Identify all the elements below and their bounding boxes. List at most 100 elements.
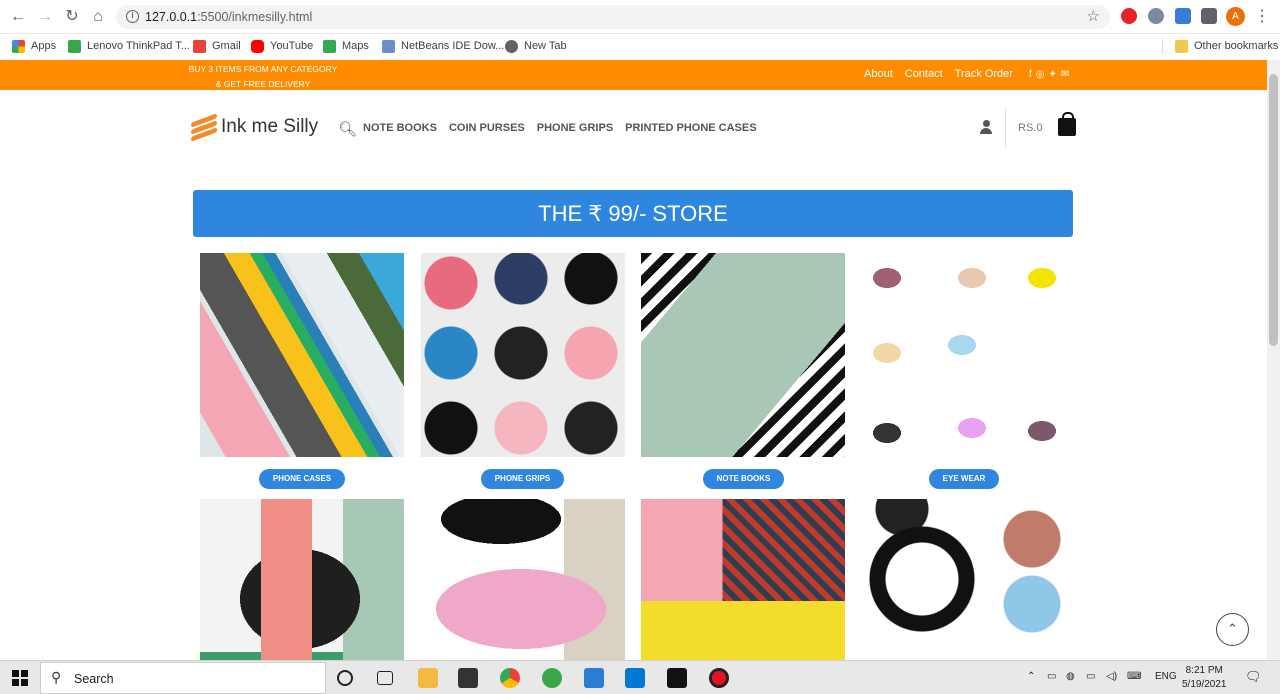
search-icon[interactable]: 🔍︎ bbox=[338, 120, 357, 138]
bookmark-star-icon[interactable]: ☆ bbox=[1087, 7, 1100, 25]
logo-text: Ink me Silly bbox=[221, 116, 319, 137]
category-tile-mouse-pads[interactable] bbox=[421, 499, 625, 660]
category-button-note-books[interactable]: NOTE BOOKS bbox=[703, 469, 784, 489]
terminal-icon[interactable] bbox=[667, 668, 687, 688]
bookmark-netbeans[interactable]: NetBeans IDE Dow... bbox=[382, 38, 504, 54]
bookmark-label: Other bookmarks bbox=[1194, 40, 1279, 52]
volume-icon[interactable]: ◁) bbox=[1106, 671, 1117, 682]
maps-icon bbox=[323, 39, 336, 53]
bookmark-gmail[interactable]: Gmail bbox=[193, 38, 241, 54]
main-menu: NOTE BOOKS COIN PURSES PHONE GRIPS PRINT… bbox=[363, 122, 757, 134]
menu-item-printed-phone-cases[interactable]: PRINTED PHONE CASES bbox=[625, 122, 756, 134]
user-icon[interactable] bbox=[980, 120, 992, 134]
home-icon[interactable]: ⌂ bbox=[89, 8, 107, 26]
file-explorer-icon[interactable] bbox=[418, 668, 438, 688]
bookmark-label: Lenovo ThinkPad T... bbox=[87, 40, 190, 52]
phone-grips-image bbox=[421, 253, 625, 457]
bookmarks-bar: Apps Lenovo ThinkPad T... Gmail YouTube … bbox=[0, 34, 1280, 60]
about-link[interactable]: About bbox=[864, 68, 893, 80]
back-arrow-icon[interactable]: ← bbox=[9, 8, 27, 26]
globe-icon bbox=[505, 39, 518, 53]
category-button-phone-grips[interactable]: PHONE GRIPS bbox=[481, 469, 564, 489]
record-icon[interactable] bbox=[709, 668, 729, 688]
windows-start-icon[interactable] bbox=[12, 670, 28, 686]
store-banner: THE ₹ 99/- STORE bbox=[193, 190, 1073, 237]
mail-icon[interactable]: ✉ bbox=[1061, 69, 1069, 80]
bookmark-label: NetBeans IDE Dow... bbox=[401, 40, 505, 52]
bookmark-youtube[interactable]: YouTube bbox=[251, 38, 313, 54]
facebook-icon[interactable]: f bbox=[1029, 69, 1032, 80]
site-info-icon[interactable]: i bbox=[126, 10, 139, 23]
category-tile-note-books[interactable] bbox=[641, 253, 845, 458]
cast-extension-icon[interactable] bbox=[1175, 8, 1191, 24]
bookmark-maps[interactable]: Maps bbox=[323, 38, 369, 54]
profile-avatar[interactable]: A bbox=[1226, 7, 1245, 26]
menu-item-coin-purses[interactable]: COIN PURSES bbox=[449, 122, 525, 134]
bookmark-new-tab[interactable]: New Tab bbox=[505, 38, 567, 54]
category-button-phone-cases[interactable]: PHONE CASES bbox=[259, 469, 345, 489]
vscode-icon[interactable] bbox=[625, 668, 645, 688]
social-icons: f ◎ ✦ ✉ bbox=[1025, 68, 1069, 80]
menu-item-phone-grips[interactable]: PHONE GRIPS bbox=[537, 122, 613, 134]
url-text[interactable]: 127.0.0.1:5500/inkmesilly.html bbox=[145, 10, 312, 24]
promo-text: BUY 3 ITEMS FROM ANY CATEGORY & GET FREE… bbox=[188, 62, 338, 92]
youtube-icon bbox=[251, 39, 264, 53]
bookmark-other[interactable]: Other bookmarks bbox=[1162, 38, 1278, 54]
word-icon[interactable] bbox=[584, 668, 604, 688]
extension-icon[interactable] bbox=[1148, 8, 1164, 24]
puzzle-extensions-icon[interactable] bbox=[1201, 8, 1217, 24]
track-order-link[interactable]: Track Order bbox=[955, 68, 1013, 80]
tray-chevron-icon[interactable]: ⌃ bbox=[1027, 671, 1035, 682]
cart-total: RS.0 bbox=[1018, 122, 1043, 134]
utorrent-icon[interactable] bbox=[542, 668, 562, 688]
bookmark-label: Gmail bbox=[212, 40, 241, 52]
forward-arrow-icon[interactable]: → bbox=[36, 8, 54, 26]
scroll-to-top-button[interactable]: ⌃ bbox=[1216, 613, 1249, 646]
top-promo-bar: BUY 3 ITEMS FROM ANY CATEGORY & GET FREE… bbox=[0, 60, 1267, 90]
cortana-icon[interactable] bbox=[337, 670, 353, 686]
task-view-icon[interactable] bbox=[377, 671, 393, 685]
menu-kebab-icon[interactable]: ⋮ bbox=[1253, 8, 1271, 26]
page-scrollbar[interactable] bbox=[1267, 60, 1280, 660]
category-tile-phone-cases[interactable] bbox=[200, 253, 404, 458]
reload-icon[interactable]: ↻ bbox=[63, 8, 81, 26]
bookmark-label: Maps bbox=[342, 40, 369, 52]
network-globe-icon[interactable]: ◍ bbox=[1066, 671, 1075, 682]
twitter-icon[interactable]: ✦ bbox=[1048, 69, 1056, 80]
instagram-icon[interactable]: ◎ bbox=[1036, 69, 1045, 80]
category-button-eye-wear[interactable]: EYE WEAR bbox=[929, 469, 999, 489]
opera-extension-icon[interactable] bbox=[1121, 8, 1137, 24]
logo-mark-icon bbox=[191, 113, 217, 142]
coasters-image bbox=[862, 499, 1066, 660]
menu-item-note-books[interactable]: NOTE BOOKS bbox=[363, 122, 437, 134]
battery-icon[interactable]: ▭ bbox=[1086, 671, 1095, 682]
category-tile-coasters[interactable] bbox=[862, 499, 1066, 660]
lenovo-icon bbox=[68, 39, 81, 53]
bookmark-lenovo[interactable]: Lenovo ThinkPad T... bbox=[68, 38, 190, 54]
logo[interactable]: Ink me Silly bbox=[191, 113, 319, 142]
eye-wear-image bbox=[862, 253, 1066, 457]
shopping-bag-icon[interactable] bbox=[1058, 112, 1076, 136]
category-tile-keychains[interactable] bbox=[641, 499, 845, 660]
category-tile-coin-purses[interactable] bbox=[200, 499, 404, 660]
notifications-icon[interactable]: 🗨︎ bbox=[1245, 669, 1262, 685]
contact-link[interactable]: Contact bbox=[905, 68, 943, 80]
bookmark-apps[interactable]: Apps bbox=[12, 38, 56, 54]
scrollbar-thumb[interactable] bbox=[1269, 74, 1278, 346]
keyboard-icon[interactable]: ⌨ bbox=[1127, 671, 1141, 682]
chrome-icon[interactable] bbox=[500, 668, 520, 688]
tray-device-icon[interactable]: ▭ bbox=[1047, 671, 1056, 682]
address-bar[interactable]: i 127.0.0.1:5500/inkmesilly.html ☆ bbox=[116, 5, 1110, 29]
taskbar-search-box[interactable]: ⚲ Search bbox=[40, 662, 326, 694]
taskbar-search-placeholder: Search bbox=[74, 672, 114, 686]
language-indicator[interactable]: ENG bbox=[1155, 671, 1177, 682]
category-tile-phone-grips[interactable] bbox=[421, 253, 625, 458]
gmail-icon bbox=[193, 39, 206, 53]
windows-taskbar: ⚲ Search ⌃ ▭ ◍ ▭ ◁) ⌨ ENG 8:21 PM 5/19/2… bbox=[0, 660, 1280, 694]
bookmark-label: New Tab bbox=[524, 40, 567, 52]
promo-line-1: BUY 3 ITEMS FROM ANY CATEGORY bbox=[188, 64, 338, 74]
system-clock[interactable]: 8:21 PM 5/19/2021 bbox=[1182, 664, 1227, 692]
apps-grid-icon bbox=[12, 39, 25, 53]
category-tile-eye-wear[interactable] bbox=[862, 253, 1066, 458]
store-icon[interactable] bbox=[458, 668, 478, 688]
